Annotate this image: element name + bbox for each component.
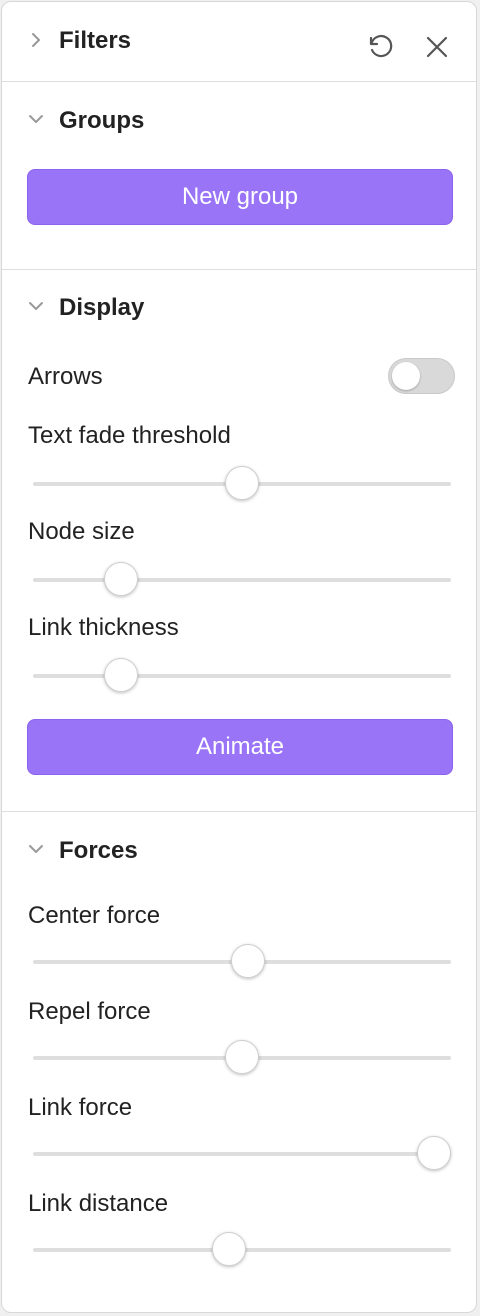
text-fade-threshold-slider[interactable]: [33, 466, 451, 500]
close-icon[interactable]: [420, 30, 454, 64]
display-title: Display: [59, 294, 145, 321]
forces-section: Forces Center force Repel force Link for…: [2, 812, 476, 1312]
node-size-label: Node size: [28, 518, 135, 545]
link-distance-slider[interactable]: [33, 1232, 451, 1266]
link-distance-label: Link distance: [28, 1190, 169, 1217]
link-force-slider[interactable]: [33, 1136, 452, 1170]
slider-thumb[interactable]: [417, 1136, 452, 1170]
animate-button[interactable]: Animate: [27, 719, 453, 775]
link-thickness-slider[interactable]: [33, 658, 451, 692]
restore-icon[interactable]: [363, 29, 397, 63]
slider-thumb[interactable]: [103, 658, 138, 692]
slider-thumb[interactable]: [225, 466, 259, 500]
arrows-toggle[interactable]: [388, 358, 455, 394]
repel-force-slider[interactable]: [33, 1040, 451, 1074]
groups-section: Groups New group: [2, 82, 476, 270]
filters-header[interactable]: Filters: [2, 2, 476, 62]
link-force-label: Link force: [28, 1094, 133, 1121]
groups-title: Groups: [59, 107, 145, 134]
display-header[interactable]: Display: [2, 270, 476, 330]
chevron-right-icon: [32, 33, 40, 47]
center-force-slider[interactable]: [33, 944, 451, 978]
toggle-knob: [392, 362, 420, 390]
display-section: Display Arrows Text fade threshold Node …: [2, 270, 476, 812]
forces-header[interactable]: Forces: [2, 812, 476, 872]
chevron-down-icon: [29, 302, 43, 310]
chevron-down-icon: [29, 115, 43, 123]
center-force-label: Center force: [28, 902, 161, 929]
arrows-label: Arrows: [28, 363, 103, 390]
repel-force-label: Repel force: [28, 998, 151, 1025]
filters-section: Filters: [2, 2, 476, 82]
graph-settings-panel: Filters Groups New group Display Arrows: [1, 1, 477, 1313]
slider-thumb[interactable]: [231, 944, 266, 978]
slider-thumb[interactable]: [212, 1232, 247, 1266]
link-thickness-label: Link thickness: [28, 614, 179, 641]
groups-header[interactable]: Groups: [2, 82, 476, 142]
filters-title: Filters: [59, 27, 132, 54]
node-size-slider[interactable]: [33, 562, 451, 596]
forces-title: Forces: [59, 837, 138, 864]
slider-thumb[interactable]: [103, 562, 138, 596]
slider-thumb[interactable]: [225, 1040, 259, 1074]
chevron-down-icon: [29, 845, 43, 853]
new-group-button[interactable]: New group: [27, 169, 453, 225]
text-fade-threshold-label: Text fade threshold: [28, 422, 231, 449]
